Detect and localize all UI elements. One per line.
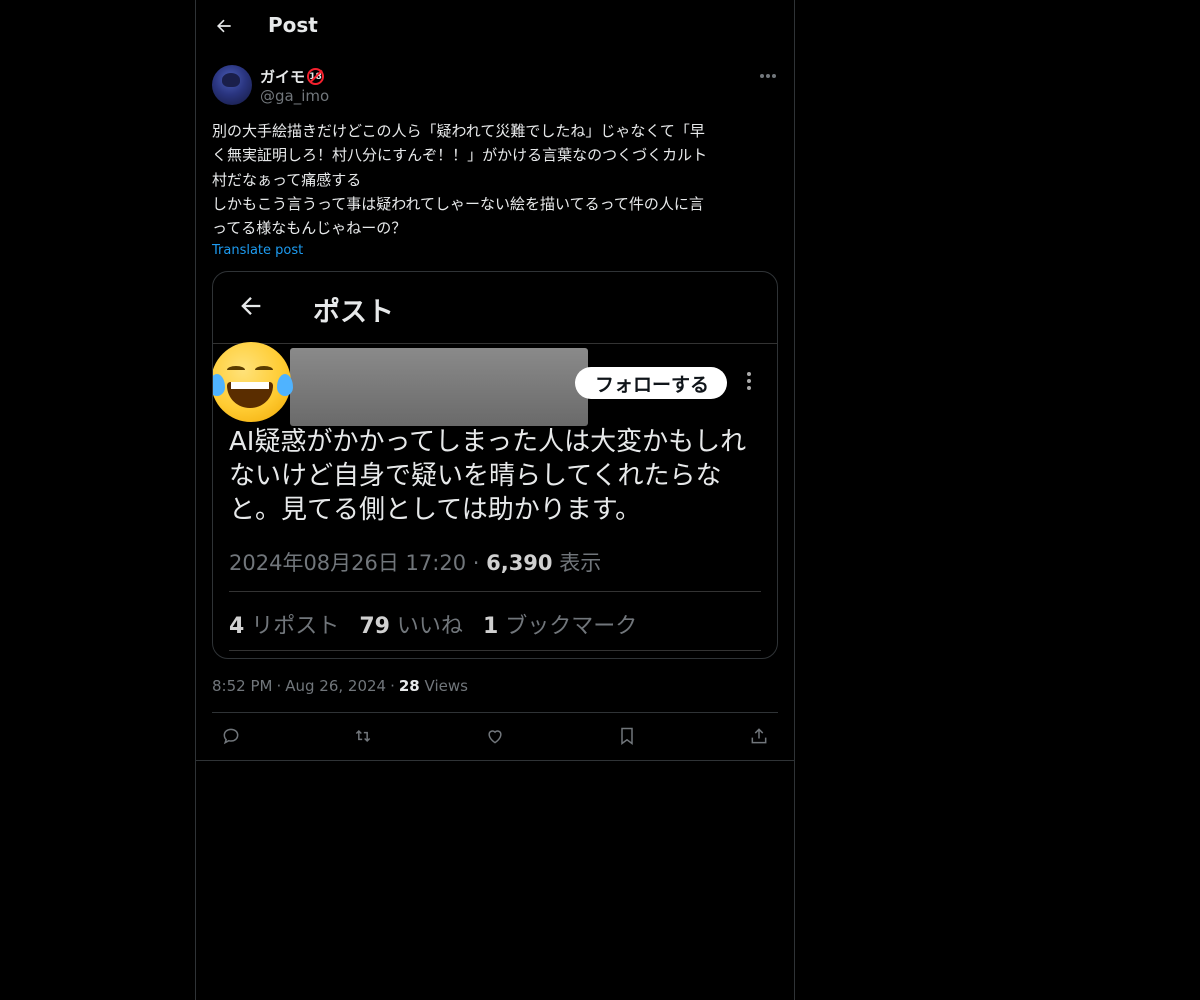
author-display-name: ガイモ (260, 68, 306, 86)
post-time[interactable]: 8:52 PM (212, 677, 272, 695)
image-likes-count: 79 (359, 614, 390, 639)
like-button[interactable] (480, 721, 510, 751)
age-restriction-badge: 18 (307, 68, 325, 85)
page-header: Post (196, 0, 794, 53)
views-label: Views (424, 677, 468, 695)
laughing-emoji-icon (213, 342, 293, 422)
more-icon (760, 74, 764, 78)
post-views[interactable]: 28 Views (399, 677, 468, 695)
image-post-stats: 4 リポスト 79 いいね 1 ブックマーク (229, 608, 637, 640)
author-name[interactable]: ガイモ 18 (260, 66, 325, 87)
post-image[interactable]: ポスト フォローする AI疑惑がかかってしまった人は大変かもしれ ないけど自身で… (212, 271, 778, 659)
like-icon (488, 730, 502, 744)
reply-icon (223, 728, 239, 745)
image-views-label: 表示 (552, 551, 602, 575)
share-icon (751, 728, 767, 744)
post-text: 別の大手絵描きだけどこの人ら「疑われて災難でしたね」じゃなくて「早 く無実証明し… (212, 122, 708, 238)
more-options-button[interactable] (756, 66, 780, 86)
back-arrow-icon (217, 19, 231, 33)
main-column: Post ガイモ 18 @ga_imo 別の大手絵描きだけどこの人ら「疑われて災… (195, 0, 795, 1000)
image-title: ポスト (313, 297, 394, 328)
image-views-count: 6,390 (486, 551, 553, 575)
repost-icon (355, 729, 371, 743)
author-handle[interactable]: @ga_imo (260, 87, 329, 105)
share-button[interactable] (744, 721, 774, 751)
repost-button[interactable] (348, 721, 378, 751)
bookmark-icon (621, 727, 633, 745)
page-title: Post (268, 13, 318, 37)
views-count: 28 (398, 677, 420, 695)
image-likes-label: いいね (389, 614, 463, 639)
redacted-box (290, 348, 588, 426)
image-back-arrow-icon (241, 297, 261, 315)
image-reposts-label: リポスト (244, 614, 340, 639)
image-post-meta: 2024年08月26日 17:20 · 6,390 表示 (229, 547, 601, 577)
post-meta: 8:52 PM · Aug 26, 2024 · 28 Views (212, 677, 468, 695)
back-button[interactable] (208, 10, 240, 42)
image-more-icon (747, 372, 751, 390)
divider (196, 760, 794, 761)
image-header: ポスト (213, 272, 777, 344)
image-follow-button: フォローする (575, 367, 727, 399)
bookmark-button[interactable] (612, 721, 642, 751)
reply-button[interactable] (216, 721, 246, 751)
image-post-date: 2024年08月26日 17:20 · (229, 551, 487, 575)
image-bookmarks-label: ブックマーク (498, 614, 638, 639)
translate-post-link[interactable]: Translate post (212, 243, 303, 258)
image-reposts-count: 4 (229, 614, 245, 639)
avatar[interactable] (212, 65, 252, 105)
image-bookmarks-count: 1 (482, 614, 499, 639)
image-post-text: AI疑惑がかかってしまった人は大変かもしれ ないけど自身で疑いを晴らしてくれたら… (229, 427, 747, 525)
post-date[interactable]: Aug 26, 2024 (285, 677, 386, 695)
action-bar (212, 713, 778, 759)
